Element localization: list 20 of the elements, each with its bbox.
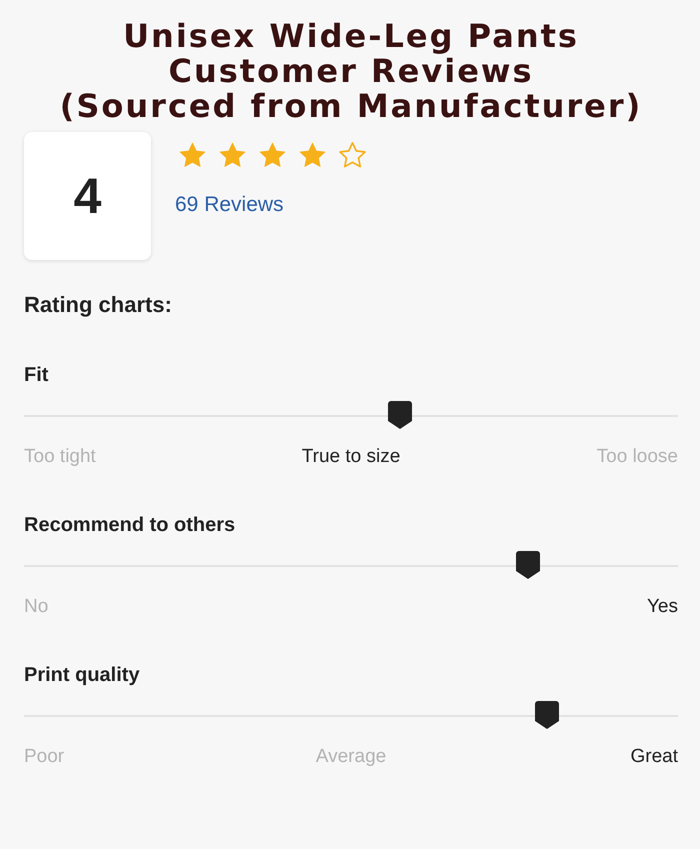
reviews-link[interactable]: 69 Reviews [175,193,284,217]
section-heading: Rating charts: [24,292,173,318]
filled-star-icon [218,141,247,169]
rating-name: Fit [24,363,50,387]
scale-label: Poor [24,746,64,767]
average-score: 4 [74,171,102,221]
rating-name: Print quality [24,663,141,687]
scale-label: No [24,596,48,617]
page-title: Unisex Wide-Leg Pants Customer Reviews (Sourced from Manufacturer) [58,19,644,124]
filled-star-icon [298,141,327,169]
scale-label: Average [316,746,386,767]
rating-name: Recommend to others [24,513,236,537]
scale-label: Yes [647,596,678,617]
filled-star-icon [178,141,207,169]
scale-label: Too tight [24,446,96,467]
empty-star-icon [338,141,367,169]
filled-star-icon [258,141,287,169]
scale-label: True to size [302,446,400,467]
scale-label: Great [630,746,678,767]
scale-label: Too loose [596,446,678,467]
